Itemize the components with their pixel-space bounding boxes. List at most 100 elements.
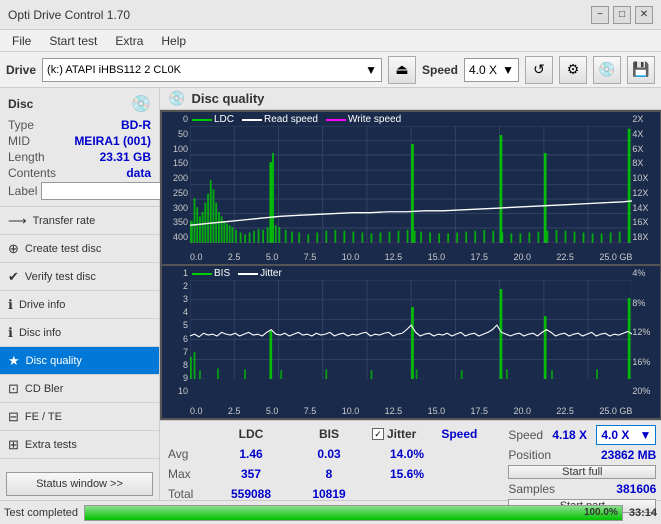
disc-icon: 💿 <box>131 94 151 114</box>
write-speed-legend-color <box>326 119 346 121</box>
jitter-checkbox[interactable]: ✓ <box>372 428 384 440</box>
stats-total-row: Total 559088 10819 <box>168 485 494 503</box>
disc-label: Disc <box>8 97 33 111</box>
sidebar-item-transfer-rate[interactable]: ⟶Transfer rate <box>0 207 159 235</box>
speed-stat-label: Speed <box>508 428 543 442</box>
status-text: Test completed <box>4 507 78 519</box>
sidebar: Disc 💿 Type BD-R MID MEIRA1 (001) Length… <box>0 88 160 500</box>
chevron-down-icon-stats: ▼ <box>639 428 651 442</box>
upper-y-axis-left: 400 350 300 250 200 150 100 50 0 <box>162 112 190 244</box>
refresh-button[interactable]: ↺ <box>525 56 553 84</box>
close-button[interactable]: ✕ <box>635 6 653 24</box>
chevron-down-icon: ▼ <box>365 63 377 77</box>
speed-stat-value: 4.18 X <box>552 428 587 442</box>
stats-bar: LDC BIS ✓ Jitter Speed Avg 1.46 0.03 14.… <box>160 420 661 500</box>
drive-value: (k:) ATAPI iHBS112 2 CL0K <box>47 64 181 76</box>
speed-stat-selector[interactable]: 4.0 X ▼ <box>596 425 656 445</box>
length-field-label: Length <box>8 150 45 164</box>
jitter-legend-label: Jitter <box>260 268 282 279</box>
sidebar-item-cd-bler[interactable]: ⊡CD Bler <box>0 375 159 403</box>
sidebar-item-disc-info[interactable]: ℹDisc info <box>0 319 159 347</box>
menubar: File Start test Extra Help <box>0 30 661 52</box>
progress-track: 100.0% <box>84 505 623 521</box>
speed-row: Speed 4.18 X 4.0 X ▼ <box>508 425 656 445</box>
sidebar-item-create-test-disc[interactable]: ⊕Create test disc <box>0 235 159 263</box>
chart-title: Disc quality <box>191 91 264 106</box>
bis-column-header: BIS <box>294 427 364 441</box>
burn-button[interactable]: 💿 <box>593 56 621 84</box>
nav-label-disc-quality: Disc quality <box>26 355 82 367</box>
ldc-column-header: LDC <box>216 427 286 441</box>
menu-extra[interactable]: Extra <box>107 32 151 50</box>
samples-row: Samples 381606 <box>508 482 656 496</box>
mid-field-label: MID <box>8 134 30 148</box>
charts-container: LDC Read speed Write speed 400 350 30 <box>160 110 661 420</box>
status-window-button[interactable]: Status window >> <box>6 472 153 496</box>
contents-value: data <box>126 166 151 180</box>
avg-jitter: 14.0% <box>372 447 442 461</box>
progress-fill <box>85 506 622 520</box>
disc-quality-icon: 💿 <box>168 90 185 107</box>
nav-label-transfer-rate: Transfer rate <box>33 215 96 227</box>
menu-file[interactable]: File <box>4 32 39 50</box>
sidebar-item-verify-test-disc[interactable]: ✔Verify test disc <box>0 263 159 291</box>
nav-icon-cd-bler: ⊡ <box>8 381 19 397</box>
lower-chart-legend: BIS Jitter <box>192 268 282 279</box>
disc-panel: Disc 💿 Type BD-R MID MEIRA1 (001) Length… <box>0 88 159 207</box>
drive-selector[interactable]: (k:) ATAPI iHBS112 2 CL0K ▼ <box>42 58 382 82</box>
eject-button[interactable]: ⏏ <box>388 56 416 84</box>
menu-help[interactable]: Help <box>153 32 194 50</box>
ldc-legend-color <box>192 119 212 121</box>
window-controls[interactable]: − □ ✕ <box>591 6 653 24</box>
speed-selector[interactable]: 4.0 X ▼ <box>464 58 519 82</box>
speed-selector-val: 4.0 X <box>601 428 629 442</box>
start-full-button[interactable]: Start full <box>508 465 656 479</box>
length-value: 23.31 GB <box>100 150 151 164</box>
app-title: Opti Drive Control 1.70 <box>8 8 130 22</box>
speed-value: 4.0 X <box>469 63 497 77</box>
upper-chart-legend: LDC Read speed Write speed <box>192 114 401 125</box>
avg-label: Avg <box>168 447 208 461</box>
save-button[interactable]: 💾 <box>627 56 655 84</box>
nav-icon-disc-quality: ★ <box>8 353 20 369</box>
sidebar-item-extra-tests[interactable]: ⊞Extra tests <box>0 431 159 459</box>
nav-label-create-test-disc: Create test disc <box>25 243 101 255</box>
stats-header-row: LDC BIS ✓ Jitter Speed <box>168 425 494 443</box>
maximize-button[interactable]: □ <box>613 6 631 24</box>
progress-percent: 100.0% <box>584 507 618 518</box>
stats-table: LDC BIS ✓ Jitter Speed Avg 1.46 0.03 14.… <box>160 421 502 500</box>
nav-label-fe-te: FE / TE <box>25 411 62 423</box>
lower-chart: BIS Jitter 10 9 8 7 6 5 4 3 <box>162 266 660 418</box>
menu-start-test[interactable]: Start test <box>41 32 105 50</box>
nav-icon-fe-te: ⊟ <box>8 409 19 425</box>
main-area: Disc 💿 Type BD-R MID MEIRA1 (001) Length… <box>0 88 661 500</box>
stats-right: Speed 4.18 X 4.0 X ▼ Position 23862 MB S… <box>502 421 661 500</box>
position-row: Position 23862 MB <box>508 448 656 462</box>
progress-bar-container: Test completed 100.0% 33:14 <box>0 500 661 524</box>
contents-field-label: Contents <box>8 166 56 180</box>
max-ldc: 357 <box>216 467 286 481</box>
chart-area: 💿 Disc quality LDC Read speed <box>160 88 661 500</box>
nav-label-disc-info: Disc info <box>19 327 61 339</box>
type-value: BD-R <box>121 118 151 132</box>
stats-avg-row: Avg 1.46 0.03 14.0% <box>168 445 494 463</box>
bis-legend-label: BIS <box>214 268 230 279</box>
speed-column-header: Speed <box>424 427 494 441</box>
sidebar-item-disc-quality[interactable]: ★ Disc quality <box>0 347 159 375</box>
avg-ldc: 1.46 <box>216 447 286 461</box>
titlebar: Opti Drive Control 1.70 − □ ✕ <box>0 0 661 30</box>
settings-button[interactable]: ⚙ <box>559 56 587 84</box>
max-bis: 8 <box>294 467 364 481</box>
sidebar-item-drive-info[interactable]: ℹDrive info <box>0 291 159 319</box>
read-speed-legend-label: Read speed <box>264 114 318 125</box>
speed-label: Speed <box>422 63 458 77</box>
position-value: 23862 MB <box>601 448 656 462</box>
write-speed-legend-label: Write speed <box>348 114 401 125</box>
upper-y-axis-right: 18X 16X 14X 12X 10X 8X 6X 4X 2X <box>632 112 660 244</box>
total-ldc: 559088 <box>216 487 286 501</box>
max-label: Max <box>168 467 208 481</box>
read-speed-legend: Read speed <box>242 114 318 125</box>
bis-legend-color <box>192 273 212 275</box>
sidebar-item-fe-te[interactable]: ⊟ FE / TE <box>0 403 159 431</box>
minimize-button[interactable]: − <box>591 6 609 24</box>
